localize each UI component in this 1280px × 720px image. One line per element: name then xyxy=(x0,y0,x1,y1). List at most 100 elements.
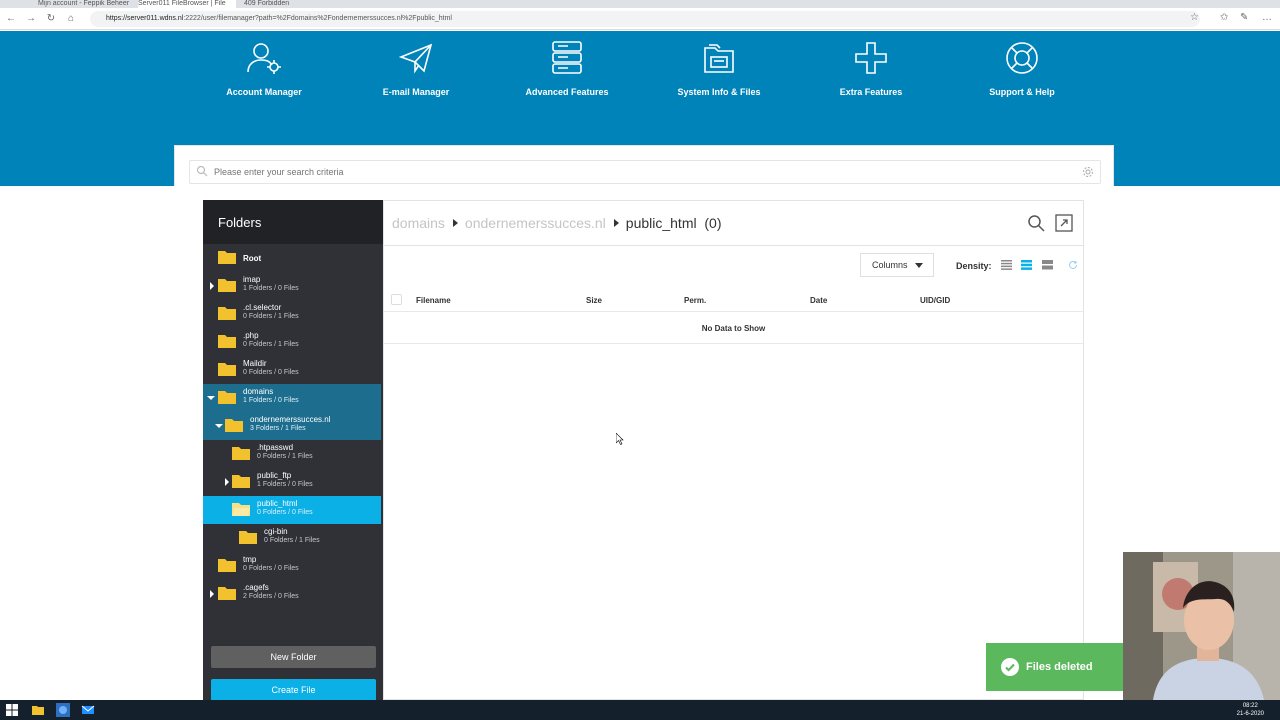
windows-start-icon[interactable] xyxy=(5,703,19,717)
folder-count: 0 Folders / 0 Files xyxy=(243,565,299,572)
new-folder-button[interactable]: New Folder xyxy=(211,646,376,668)
folder-count: 1 Folders / 0 Files xyxy=(243,397,299,404)
clock-time: 08:22 xyxy=(1242,703,1258,709)
folder-name: ondernemerssucces.nl xyxy=(250,415,331,424)
caret-down-icon[interactable] xyxy=(207,394,215,402)
breadcrumb-separator-icon xyxy=(613,219,619,227)
folder-name: .php xyxy=(243,331,259,340)
expand-icon[interactable] xyxy=(1055,214,1073,232)
folder-count: 1 Folders / 0 Files xyxy=(257,481,313,488)
breadcrumb: domains ondernemerssucces.nl public_html (… xyxy=(392,215,722,231)
nav-extra-features[interactable]: Extra Features xyxy=(796,40,946,97)
back-icon[interactable]: ← xyxy=(4,12,18,26)
folder-item-htpasswd[interactable]: .htpasswd 0 Folders / 1 Files xyxy=(203,440,381,468)
caret-right-icon[interactable] xyxy=(223,478,231,486)
home-icon[interactable]: ⌂ xyxy=(64,12,78,26)
folders-title: Folders xyxy=(203,200,383,244)
caret-right-icon[interactable] xyxy=(208,590,216,598)
search-input[interactable] xyxy=(214,163,1074,181)
refresh-icon[interactable] xyxy=(1068,260,1078,270)
folder-item-tmp[interactable]: tmp 0 Folders / 0 Files xyxy=(203,552,381,580)
nav-support-help[interactable]: Support & Help xyxy=(947,40,1097,97)
folder-count: 0 Folders / 0 Files xyxy=(243,369,299,376)
pen-icon[interactable]: ✎ xyxy=(1240,12,1248,23)
folder-name: tmp xyxy=(243,555,257,564)
folder-item-maildir[interactable]: Maildir 0 Folders / 0 Files xyxy=(203,356,381,384)
nav-system-info-files[interactable]: System Info & Files xyxy=(644,40,794,97)
folder-icon xyxy=(218,559,236,572)
breadcrumb-item[interactable]: domains xyxy=(392,215,445,231)
nav-advanced-features[interactable]: Advanced Features xyxy=(492,40,642,97)
folder-icon xyxy=(218,587,236,600)
folder-item-public-html[interactable]: public_html 0 Folders / 0 Files xyxy=(203,496,381,524)
column-header-perm[interactable]: Perm. xyxy=(684,296,706,305)
table-header: Filename Size Perm. Date UID/GID xyxy=(384,288,1083,312)
caret-right-icon[interactable] xyxy=(208,282,216,290)
create-file-button[interactable]: Create File xyxy=(211,679,376,701)
search-icon xyxy=(196,165,208,177)
file-list-panel: domains ondernemerssucces.nl public_html (… xyxy=(383,200,1084,700)
folder-icon xyxy=(225,419,243,432)
column-header-date[interactable]: Date xyxy=(810,296,827,305)
gear-icon[interactable] xyxy=(1082,166,1094,178)
folder-item-cgi-bin[interactable]: cgi-bin 0 Folders / 1 Files xyxy=(203,524,381,552)
star-icon[interactable]: ☆ xyxy=(1190,12,1199,23)
clock-date: 21-6-2020 xyxy=(1236,711,1264,717)
system-clock[interactable]: 08:22 21-6-2020 xyxy=(1237,702,1264,718)
tab-title: Mijn account - Feppik Beheer xyxy=(38,0,130,7)
breadcrumb-item[interactable]: ondernemerssucces.nl xyxy=(465,215,606,231)
search-icon[interactable] xyxy=(1027,214,1045,232)
browser-tab-2[interactable]: Server011 FileBrowser | File xyxy=(138,0,236,8)
folder-icon xyxy=(218,307,236,320)
folder-count: 0 Folders / 1 Files xyxy=(243,313,299,320)
folder-item-root[interactable]: Root xyxy=(203,244,381,272)
folder-name: Root xyxy=(243,254,262,263)
folder-item-cagefs[interactable]: .cagefs 2 Folders / 0 Files xyxy=(203,580,381,608)
density-compact-icon[interactable] xyxy=(1001,260,1012,270)
file-count: (0) xyxy=(704,215,722,231)
folder-icon xyxy=(232,475,250,488)
header-divider xyxy=(384,245,1083,246)
density-standard-icon[interactable] xyxy=(1021,260,1032,270)
nav-label: Account Manager xyxy=(226,87,302,97)
check-circle-icon xyxy=(1001,658,1019,676)
folder-item-domains[interactable]: domains 1 Folders / 0 Files xyxy=(203,384,381,412)
folder-name: public_html xyxy=(257,499,298,508)
column-header-filename[interactable]: Filename xyxy=(416,296,451,305)
folder-name: public_ftp xyxy=(257,471,292,480)
column-header-uid-gid[interactable]: UID/GID xyxy=(920,296,950,305)
folder-count: 3 Folders / 1 Files xyxy=(250,425,306,432)
folder-item-php[interactable]: .php 0 Folders / 1 Files xyxy=(203,328,381,356)
nav-label: Support & Help xyxy=(989,87,1055,97)
folder-name: cgi-bin xyxy=(264,527,288,536)
folder-name: .cl.selector xyxy=(243,303,282,312)
folder-count: 0 Folders / 0 Files xyxy=(257,509,313,516)
forward-icon[interactable]: → xyxy=(24,12,38,26)
folders-panel: Folders Root imap 1 Folders / 0 Files .c… xyxy=(203,200,383,700)
folder-item-public-ftp[interactable]: public_ftp 1 Folders / 0 Files xyxy=(203,468,381,496)
favorites-icon[interactable]: ✩ xyxy=(1220,12,1228,23)
select-all-checkbox[interactable] xyxy=(391,294,402,305)
browser-tab-1[interactable]: Mijn account - Feppik Beheer xyxy=(38,0,133,8)
url-field[interactable]: https://server011.wdns.nl:2222/user/file… xyxy=(90,11,1200,27)
browser-icon[interactable] xyxy=(56,703,70,717)
density-comfortable-icon[interactable] xyxy=(1042,260,1053,270)
browser-tab-3[interactable]: 409 Forbidden xyxy=(244,0,334,8)
address-bar: ← → ↻ ⌂ https://server011.wdns.nl:2222/u… xyxy=(0,8,1280,30)
folder-item-ondernemerssucces[interactable]: ondernemerssucces.nl 3 Folders / 1 Files xyxy=(203,412,381,440)
paper-plane-icon xyxy=(398,43,433,74)
caret-down-icon[interactable] xyxy=(215,422,223,430)
nav-label: E-mail Manager xyxy=(382,87,450,97)
browser-tab-bar: Mijn account - Feppik Beheer Server011 F… xyxy=(0,0,1280,8)
folder-item-imap[interactable]: imap 1 Folders / 0 Files xyxy=(203,272,381,300)
columns-dropdown[interactable]: Columns xyxy=(860,253,934,277)
search-card xyxy=(174,145,1114,186)
folder-item-cl-selector[interactable]: .cl.selector 0 Folders / 1 Files xyxy=(203,300,381,328)
more-icon[interactable]: … xyxy=(1262,12,1272,23)
nav-account-manager[interactable]: Account Manager xyxy=(189,40,339,97)
reload-icon[interactable]: ↻ xyxy=(44,12,58,26)
column-header-size[interactable]: Size xyxy=(586,296,602,305)
nav-email-manager[interactable]: E-mail Manager xyxy=(341,40,491,97)
mail-icon[interactable] xyxy=(81,703,95,717)
file-explorer-icon[interactable] xyxy=(31,703,45,717)
